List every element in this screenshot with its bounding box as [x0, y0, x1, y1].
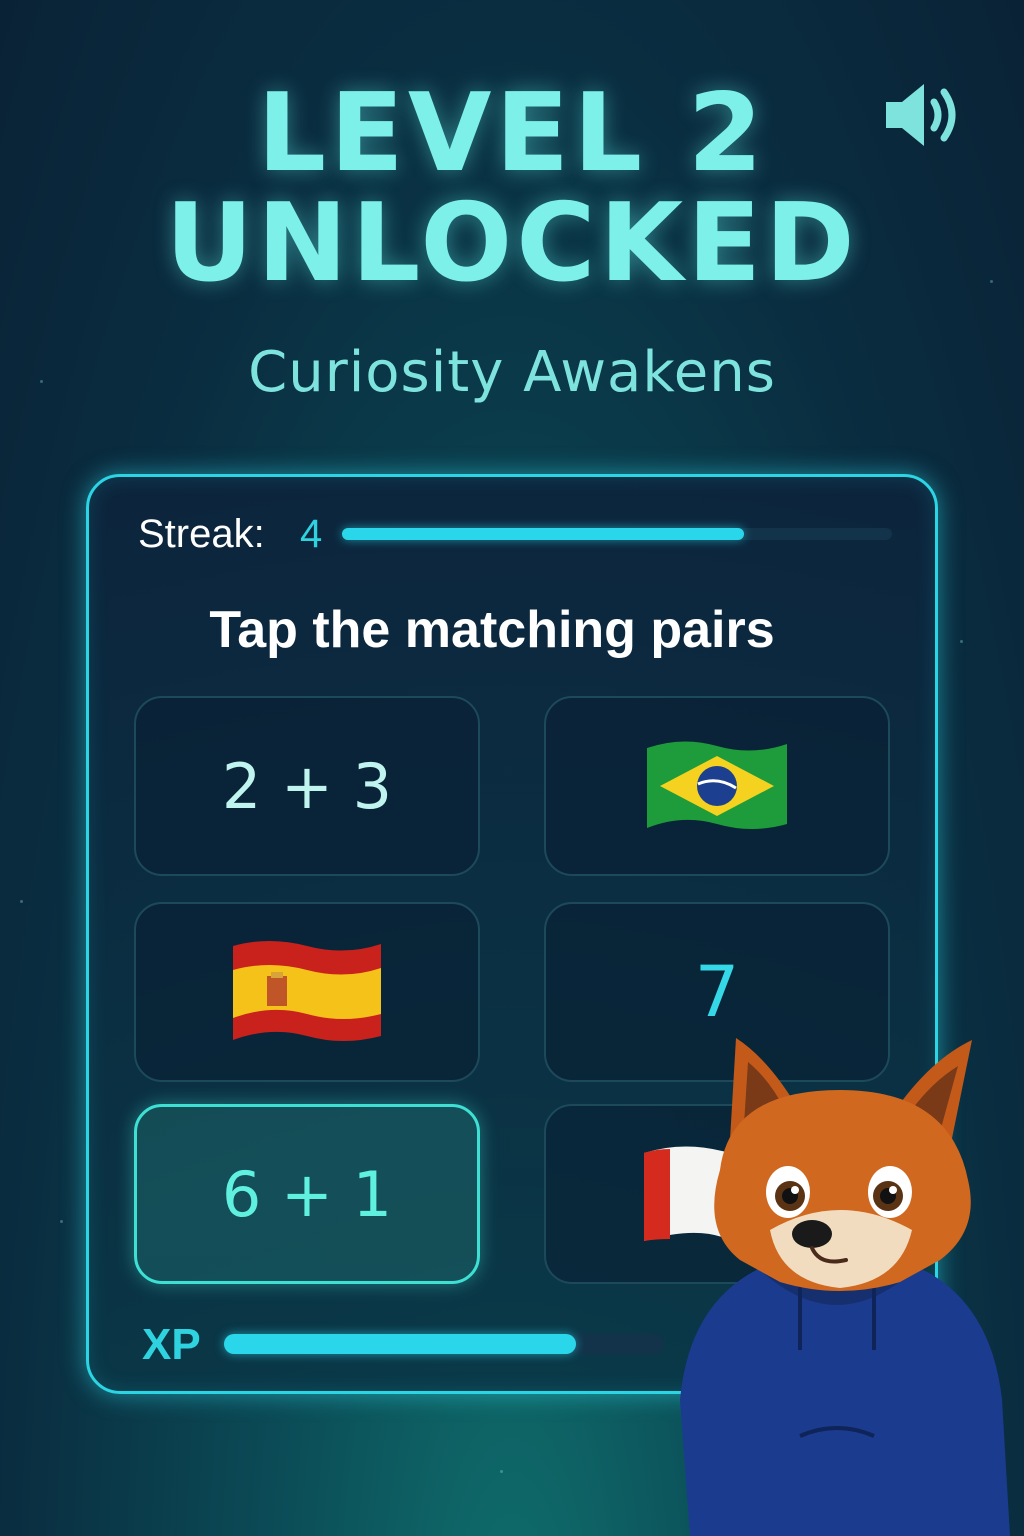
pair-tile[interactable]: 2 + 3	[134, 696, 480, 876]
pair-tile[interactable]	[134, 902, 480, 1082]
xp-progress-fill	[224, 1334, 576, 1354]
title-line-1: LEVEL 2	[257, 71, 767, 196]
brazil-flag-icon	[647, 741, 787, 829]
streak-progress-fill	[342, 528, 744, 540]
streak-value: 4	[300, 512, 323, 556]
tile-label: 2 + 3	[221, 749, 393, 823]
spain-flag-icon	[233, 941, 381, 1041]
fox-mascot	[680, 1038, 1010, 1536]
background-star	[500, 1470, 503, 1473]
pair-tile[interactable]	[544, 696, 890, 876]
xp-label: XP	[142, 1320, 201, 1369]
sound-button[interactable]	[880, 78, 966, 152]
instruction-text: Tap the matching pairs	[209, 601, 775, 659]
streak-label: Streak:	[138, 512, 265, 556]
streak-progress-bar	[342, 528, 892, 540]
pair-tile-selected[interactable]: 6 + 1	[134, 1104, 480, 1284]
xp-progress-bar	[224, 1334, 664, 1354]
background-star	[20, 900, 23, 903]
title-line-2: UNLOCKED	[165, 181, 859, 306]
subtitle: Curiosity Awakens	[248, 340, 776, 405]
speaker-volume-icon	[886, 84, 956, 146]
background-star	[60, 1220, 63, 1223]
tile-label: 6 + 1	[221, 1157, 393, 1231]
